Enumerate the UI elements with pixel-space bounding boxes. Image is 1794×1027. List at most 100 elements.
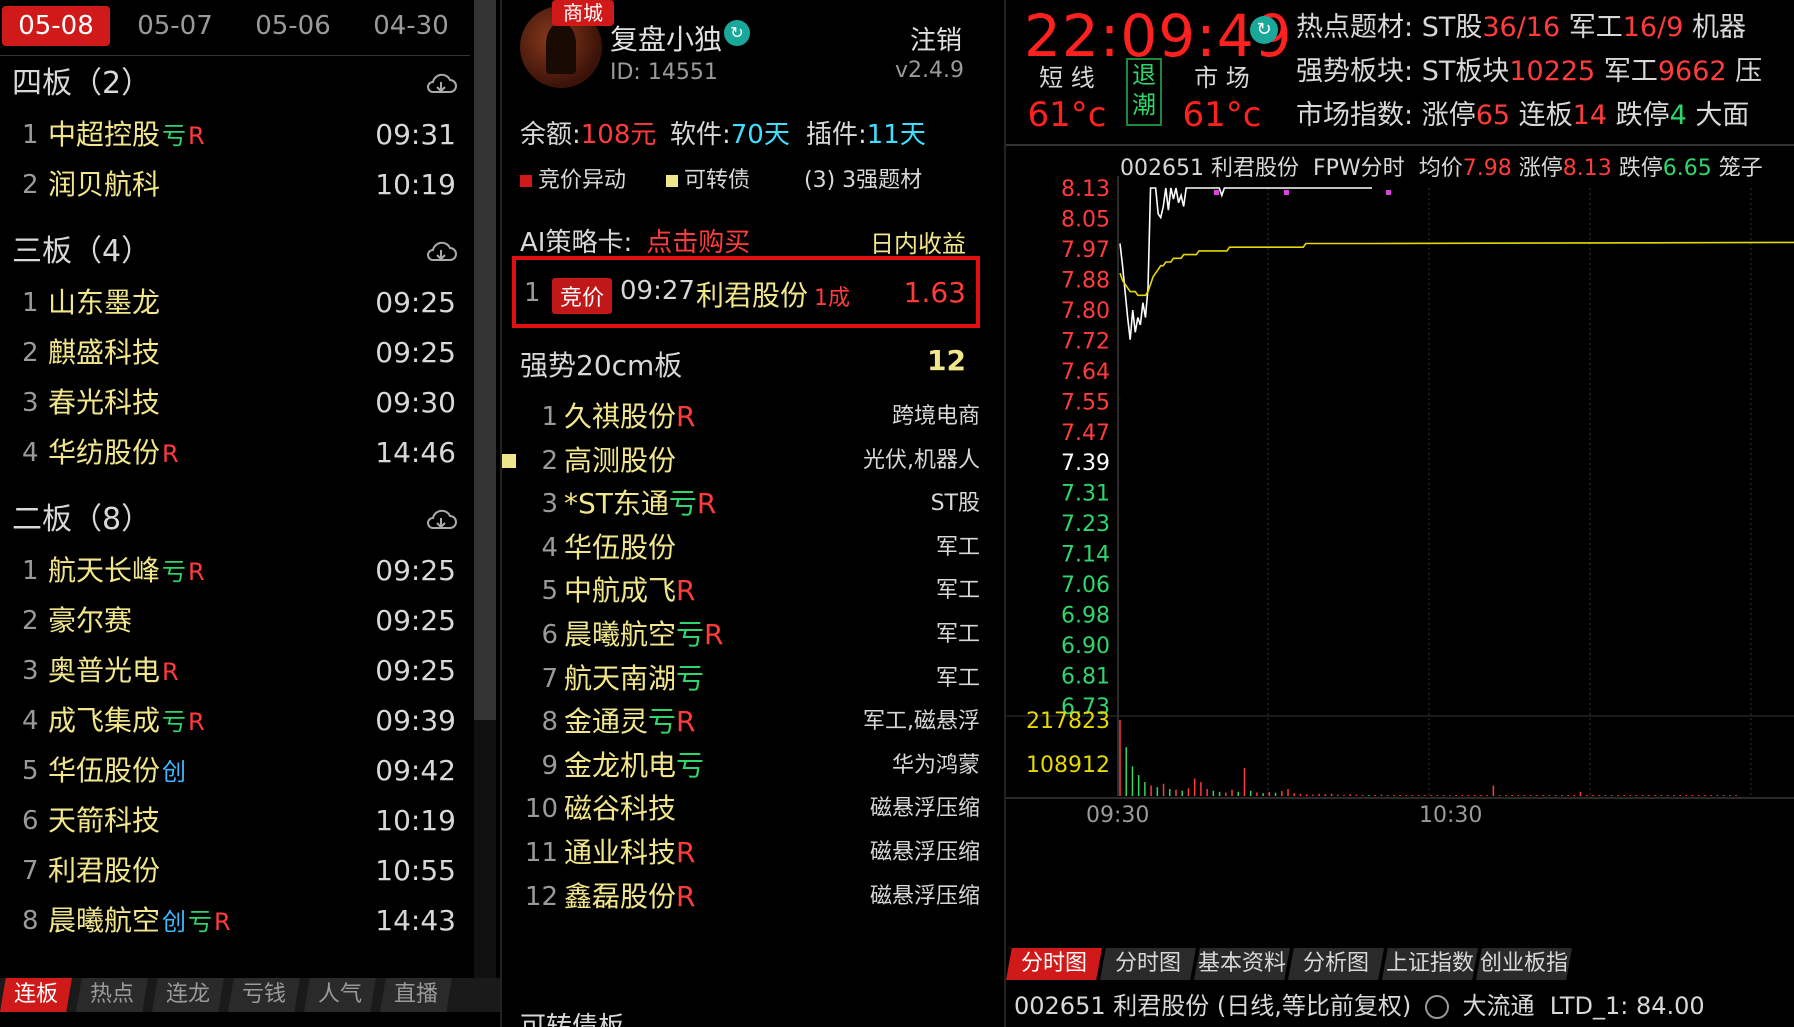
logout-button[interactable]: 注销 [910,20,962,57]
chart-panel: 22:09:49 ↻ 短 线 61°c 退潮 市 场 61°c 热点题材: ST… [1004,0,1794,1027]
tag-chuang: 创 [162,758,187,786]
tab-lianban[interactable]: 连板 [0,978,72,1012]
stock-row[interactable]: 2 麒盛科技 09:25 [0,328,470,378]
tab-lianlong[interactable]: 连龙 [152,978,224,1012]
chart-tab[interactable]: 分析图 [1288,948,1384,980]
avg-price-line [1119,241,1794,297]
strong-row[interactable]: 11 通业科技R 磁悬浮压缩 [502,828,982,878]
strong-row[interactable]: 7 航天南湖亏 军工 [502,654,982,704]
cloud-download-icon[interactable] [424,72,458,96]
buy-link[interactable]: 点击购买 [646,228,750,258]
strong-row[interactable]: 9 金龙机电亏 华为鸿蒙 [502,741,982,791]
group-title: 四板（2） [12,66,152,101]
indicator-name[interactable]: 大流通 [1463,992,1535,1020]
chart-tab[interactable]: 分时图 [1006,948,1102,980]
stock-row[interactable]: 1 中超控股亏R 09:31 [0,110,470,160]
row-index: 2 [22,606,39,636]
stock-name-cell: 航天长峰亏R [48,546,205,597]
group-header[interactable]: 四板（2） [0,58,470,110]
date-tab-1[interactable]: 05-07 [120,6,230,46]
strong-2-name[interactable]: 军工 [1604,56,1658,87]
tab-kuiqian[interactable]: 亏钱 [228,978,300,1012]
stock-row[interactable]: 7 利君股份 10:55 [0,846,470,896]
stock-row[interactable]: 3 奥普光电R 09:25 [0,646,470,696]
hot-topics-line: 热点题材: ST股36/16 军工16/9 机器 [1296,6,1794,50]
topic: 光伏,机器人 [863,447,980,473]
cloud-download-icon[interactable] [424,508,458,532]
stock-name: 金通灵 [564,705,649,739]
x-tick-label: 10:30 [1419,803,1482,828]
market-index-line: 市场指数: 涨停65 连板14 跌停4 大面 [1296,94,1794,138]
price-tick-label: 7.14 [1061,543,1110,568]
strong-row[interactable]: 2 高测股份 光伏,机器人 [502,436,982,486]
ai-strategy-card[interactable]: 1 竞价 09:27 利君股份 1成 1.63 [512,256,980,328]
strong-3-name[interactable]: 压 [1735,56,1762,87]
stock-name-cell: 利君股份 [48,846,160,896]
hot-2-name[interactable]: 军工 [1569,12,1623,43]
row-index: 3 [22,388,39,418]
stock-row[interactable]: 1 航天长峰亏R 09:25 [0,546,470,596]
chart-tab[interactable]: 上证指数 [1382,948,1478,980]
strong-row[interactable]: 3 *ST东通亏R ST股 [502,479,982,529]
date-tab-0[interactable]: 05-08 [2,6,110,46]
tag-r: R [188,708,205,736]
stock-name: 金龙机电 [564,748,677,782]
stock-name-cell: 春光科技 [48,378,160,428]
cloud-download-icon[interactable] [424,240,458,264]
stock-row[interactable]: 4 成飞集成亏R 09:39 [0,696,470,746]
strong-row[interactable]: 4 华伍股份 军工 [502,523,982,573]
strong-row[interactable]: 5 中航成飞R 军工 [502,566,982,616]
stock-row[interactable]: 6 天箭科技 10:19 [0,796,470,846]
scrollbar-thumb[interactable] [474,0,496,720]
shop-badge[interactable]: 商城 [552,0,614,26]
chart-tab[interactable]: 分时图 [1100,948,1196,980]
date-tab-3[interactable]: 04-30 [356,6,466,46]
hot-3-name[interactable]: 机器 [1692,12,1746,43]
intraday-chart[interactable]: 8.13 8.05 7.97 7.88 7.80 7.72 7.64 7.55 7.47 7.39… [1006,176,1794,956]
group-header[interactable]: 三板（4） [0,226,470,278]
stock-name: 磁谷科技 [564,792,677,826]
short-label: 短 线 [1039,64,1095,92]
strong-row[interactable]: 8 金通灵亏R 军工,磁悬浮 [502,697,982,747]
stock-row[interactable]: 2 豪尔赛 09:25 [0,596,470,646]
date-tab-2[interactable]: 05-06 [238,6,348,46]
tab-renqi[interactable]: 人气 [304,978,376,1012]
strong-sectors-line: 强势板块: ST板块10225 军工9662 压 [1296,50,1794,94]
stock-name-cell: 中超控股亏R [48,110,205,161]
hot-1-name[interactable]: ST股 [1422,12,1483,43]
card-time: 09:27 [620,276,695,306]
limit-time: 10:19 [375,168,456,201]
tag-r: R [214,908,231,936]
legend-2: 可转债 [666,162,750,194]
dropdown-icon[interactable] [1424,995,1449,1019]
limit-time: 09:25 [375,654,456,687]
strong-row[interactable]: 12 鑫磊股份R 磁悬浮压缩 [502,872,982,922]
price-tick-label: 7.06 [1061,573,1110,598]
stock-row[interactable]: 2 润贝航科 10:19 [0,160,470,210]
stock-row[interactable]: 3 春光科技 09:30 [0,378,470,428]
row-index: 4 [541,532,558,563]
chart-tab[interactable]: 基本资料 [1194,948,1290,980]
refresh-icon[interactable]: ↻ [1250,16,1278,44]
stock-row[interactable]: 1 山东墨龙 09:25 [0,278,470,328]
stock-name: 利君股份 [48,854,161,887]
topic: 磁悬浮压缩 [869,883,980,909]
tab-live[interactable]: 直播 [380,978,452,1012]
tab-hot[interactable]: 热点 [76,978,148,1012]
strong-row[interactable]: 6 晨曦航空亏R 军工 [502,610,982,660]
scrollbar-track[interactable] [474,720,496,980]
price-tick-label: 7.88 [1061,268,1110,293]
strong-row[interactable]: 10 磁谷科技 磁悬浮压缩 [502,784,982,834]
stock-row[interactable]: 8 晨曦航空创亏R 14:43 [0,896,470,946]
row-index: 12 [524,881,558,912]
price-tick-label: 7.72 [1061,329,1110,354]
stock-name-cell: 通业科技R [564,828,695,878]
strong-row[interactable]: 1 久祺股份R 跨境电商 [502,392,982,442]
stock-row[interactable]: 4 华纺股份R 14:46 [0,428,470,478]
stock-row[interactable]: 5 华伍股份创 09:42 [0,746,470,796]
limit-time: 09:25 [375,554,456,587]
chart-tab[interactable]: 创业板指 [1476,948,1572,980]
group-header[interactable]: 二板（8） [0,494,470,546]
strong-1-name[interactable]: ST板块 [1422,56,1510,87]
idx-3-val: 4 [1669,100,1687,131]
